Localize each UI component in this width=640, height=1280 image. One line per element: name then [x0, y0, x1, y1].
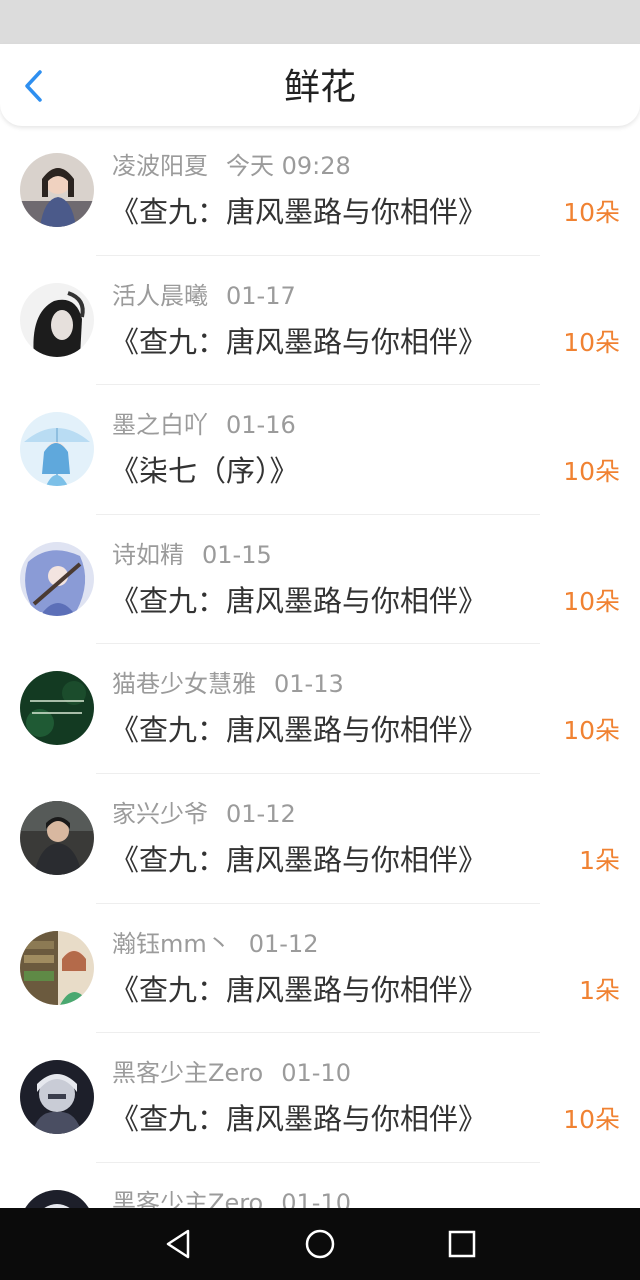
item-meta: 猫巷少女慧雅 01-13	[112, 668, 344, 700]
username[interactable]: 诗如精	[112, 541, 184, 569]
item-date: 01-13	[274, 670, 344, 699]
item-date: 01-12	[226, 799, 296, 828]
item-date: 01-15	[202, 540, 272, 569]
list-item[interactable]: 墨之白吖 01-16 《柒七（序）》 10朵	[0, 385, 640, 515]
book-title[interactable]: 《柒七（序）》	[110, 451, 299, 491]
flower-amount: 10朵	[563, 1105, 620, 1135]
avatar[interactable]	[20, 282, 94, 357]
username[interactable]: 家兴少爷	[112, 800, 208, 828]
item-date: 01-12	[248, 929, 319, 958]
avatar[interactable]	[20, 412, 94, 487]
triangle-back-icon	[166, 1229, 190, 1259]
flower-amount: 10朵	[563, 198, 620, 227]
list-item[interactable]: 诗如精 01-15 《查九：唐风墨路与你相伴》 10朵	[0, 515, 640, 645]
flower-amount: 1朵	[579, 975, 620, 1005]
item-meta: 黑客少主Zero 01-10	[112, 1057, 351, 1089]
status-bar	[0, 0, 640, 44]
avatar[interactable]	[20, 153, 94, 227]
item-date: 01-10	[281, 1059, 351, 1088]
nav-back-button[interactable]	[158, 1224, 198, 1264]
item-date: 01-16	[226, 411, 296, 440]
username[interactable]: 猫巷少女慧雅	[112, 670, 256, 698]
header: 鲜花	[0, 44, 640, 126]
flower-amount: 10朵	[563, 716, 620, 746]
username[interactable]: 活人晨曦	[112, 282, 208, 310]
item-meta: 黑客少主Zero 01-10	[112, 1187, 351, 1208]
list-item[interactable]: 猫巷少女慧雅 01-13 《查九：唐风墨路与你相伴》 10朵	[0, 644, 640, 774]
list-item[interactable]: 活人晨曦 01-17 《查九：唐风墨路与你相伴》 10朵	[0, 256, 640, 386]
list-item[interactable]: 黑客少主Zero 01-10	[0, 1163, 640, 1208]
item-meta: 墨之白吖 01-16	[112, 409, 296, 441]
item-meta: 诗如精 01-15	[112, 539, 272, 571]
book-title[interactable]: 《查九：唐风墨路与你相伴》	[110, 1099, 487, 1139]
flower-amount: 10朵	[563, 327, 620, 357]
book-title[interactable]: 《查九：唐风墨路与你相伴》	[110, 970, 487, 1010]
avatar[interactable]	[20, 800, 94, 875]
item-date: 今天 09:28	[226, 152, 351, 180]
book-title[interactable]: 《查九：唐风墨路与你相伴》	[110, 192, 487, 232]
username[interactable]: 墨之白吖	[112, 411, 208, 439]
avatar[interactable]	[20, 1189, 94, 1208]
item-meta: 家兴少爷 01-12	[112, 798, 296, 830]
flower-amount: 10朵	[563, 586, 620, 616]
list-item[interactable]: 凌波阳夏 今天 09:28 《查九：唐风墨路与你相伴》 10朵	[0, 126, 640, 256]
list-item[interactable]: 黑客少主Zero 01-10 《查九：唐风墨路与你相伴》 10朵	[0, 1033, 640, 1163]
list-item[interactable]: 家兴少爷 01-12 《查九：唐风墨路与你相伴》 1朵	[0, 774, 640, 904]
avatar[interactable]	[20, 541, 94, 616]
list-item[interactable]: 瀚钰mm丶 01-12 《查九：唐风墨路与你相伴》 1朵	[0, 904, 640, 1034]
avatar[interactable]	[20, 671, 94, 746]
avatar[interactable]	[20, 1060, 94, 1135]
nav-home-button[interactable]	[300, 1224, 340, 1264]
system-nav-bar	[0, 1208, 640, 1280]
book-title[interactable]: 《查九：唐风墨路与你相伴》	[110, 710, 487, 750]
square-recents-icon	[448, 1230, 476, 1258]
username[interactable]: 凌波阳夏	[112, 152, 208, 180]
username[interactable]: 黑客少主Zero	[112, 1189, 263, 1208]
item-meta: 瀚钰mm丶 01-12	[112, 928, 319, 960]
avatar[interactable]	[20, 930, 94, 1005]
nav-recents-button[interactable]	[442, 1224, 482, 1264]
item-date: 01-17	[226, 281, 296, 310]
flower-list[interactable]: 凌波阳夏 今天 09:28 《查九：唐风墨路与你相伴》 10朵 活人晨曦 01-17…	[0, 126, 640, 1208]
book-title[interactable]: 《查九：唐风墨路与你相伴》	[110, 840, 487, 880]
item-meta: 活人晨曦 01-17	[112, 280, 296, 312]
book-title[interactable]: 《查九：唐风墨路与你相伴》	[110, 581, 487, 621]
item-date: 01-10	[281, 1188, 351, 1208]
page-title: 鲜花	[283, 67, 356, 108]
flower-amount: 10朵	[563, 457, 620, 487]
circle-home-icon	[305, 1229, 335, 1259]
book-title[interactable]: 《查九：唐风墨路与你相伴》	[110, 322, 487, 362]
username[interactable]: 黑客少主Zero	[112, 1059, 263, 1087]
item-meta: 凌波阳夏 今天 09:28	[112, 150, 351, 182]
username[interactable]: 瀚钰mm丶	[112, 930, 231, 958]
flower-amount: 1朵	[579, 845, 620, 875]
